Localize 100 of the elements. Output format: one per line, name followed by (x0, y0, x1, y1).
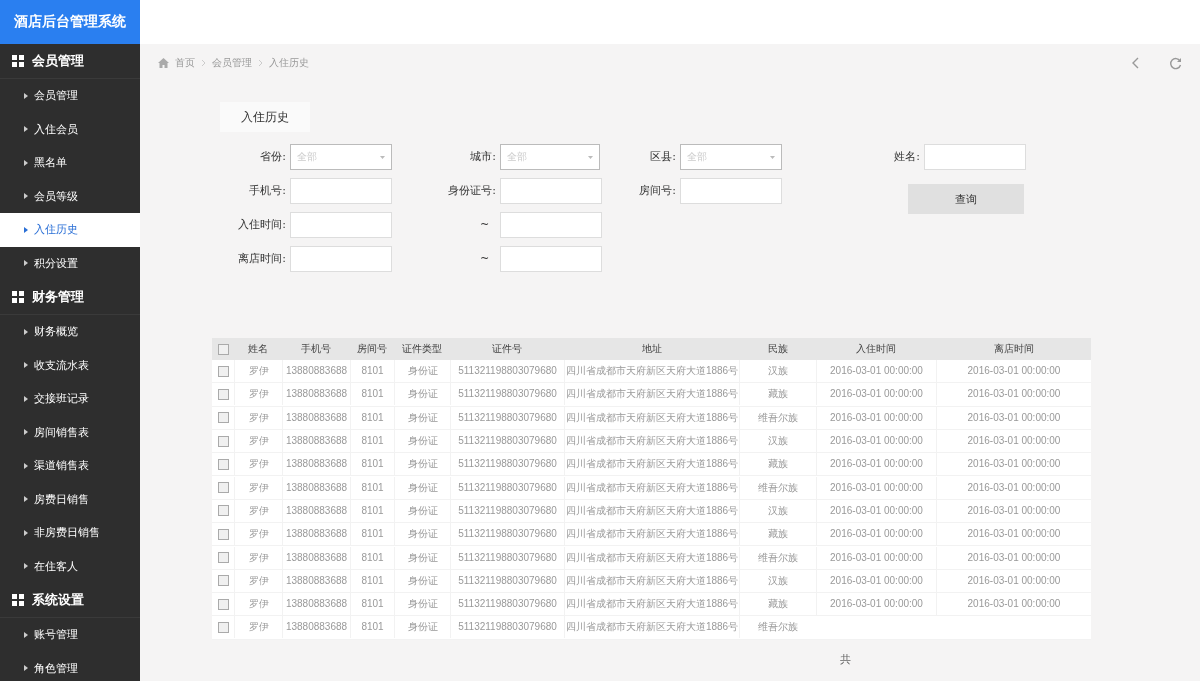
caret-icon (24, 260, 28, 267)
row-checkbox[interactable] (217, 412, 229, 424)
row-checkbox[interactable] (217, 435, 229, 447)
table-cell: 身份证 (394, 383, 450, 406)
table-cell: 2016-03-01 00:00:00 (816, 523, 936, 546)
row-checkbox[interactable] (217, 528, 229, 540)
table-cell: 511321198803079680 (450, 569, 564, 592)
sidebar-item[interactable]: 房间销售表 (0, 415, 140, 449)
table-cell: 藏族 (739, 453, 816, 476)
table-cell: 身份证 (394, 406, 450, 429)
column-header: 入住时间 (855, 342, 897, 356)
field-label: 入住时间: (237, 217, 287, 233)
table-cell: 汉族 (739, 499, 816, 522)
table-cell: 罗伊 (234, 430, 282, 453)
table-cell: 四川省成都市天府新区天府大道1886号 (564, 546, 739, 569)
table-cell: 罗伊 (234, 523, 282, 546)
sidebar-item[interactable]: 会员等级 (0, 179, 140, 213)
row-checkbox[interactable] (217, 552, 229, 563)
row-checkbox[interactable] (217, 575, 229, 587)
row-checkbox[interactable] (217, 598, 229, 610)
query-button[interactable]: 查询 (908, 184, 1024, 214)
row-checkbox[interactable] (217, 621, 229, 633)
dropdown-icon (380, 155, 385, 159)
row-checkbox[interactable] (217, 388, 229, 400)
table-cell: 8101 (350, 383, 394, 406)
grid-icon (12, 55, 24, 67)
sidebar-item[interactable]: 账号管理 (0, 618, 140, 652)
sidebar-item[interactable]: 渠道销售表 (0, 449, 140, 483)
sidebar-item[interactable]: 积分设置 (0, 246, 140, 280)
table-cell: 2016-03-01 00:00:00 (936, 406, 1091, 429)
table-cell: 511321198803079680 (450, 546, 564, 569)
field-label: 房间号: (638, 183, 677, 199)
caret-icon (24, 362, 28, 369)
input-field[interactable] (290, 178, 392, 204)
sidebar-item[interactable]: 交接班记录 (0, 382, 140, 416)
sidebar-item[interactable]: 财务概览 (0, 315, 140, 349)
table-cell: 2016-03-01 00:00:00 (816, 406, 936, 429)
table-cell: 罗伊 (234, 453, 282, 476)
row-checkbox[interactable] (217, 505, 229, 517)
field-label: 区县: (649, 149, 677, 165)
table-cell: 13880883688 (282, 406, 350, 429)
table-cell: 罗伊 (234, 499, 282, 522)
input-field[interactable] (680, 178, 782, 204)
table-cell: 四川省成都市天府新区天府大道1886号 (564, 360, 739, 383)
field-label: ~ (479, 217, 491, 233)
table-cell: 8101 (350, 360, 394, 383)
caret-icon (24, 429, 28, 436)
table-cell: 藏族 (739, 523, 816, 546)
input-field[interactable] (290, 246, 392, 272)
sidebar-item[interactable]: 入住会员 (0, 112, 140, 146)
table-cell: 8101 (350, 546, 394, 569)
sidebar-item[interactable]: 在住客人 (0, 549, 140, 583)
input-field[interactable] (290, 212, 392, 238)
back-icon[interactable] (1131, 57, 1139, 69)
table-cell: 511321198803079680 (450, 523, 564, 546)
grid-icon (12, 594, 24, 606)
table-cell: 身份证 (394, 453, 450, 476)
caret-icon (24, 159, 28, 166)
column-header: 姓名 (247, 342, 269, 356)
sidebar-item[interactable]: 入住历史 (0, 213, 140, 247)
field-label: 城市: (469, 149, 497, 165)
column-header: 民族 (766, 342, 789, 356)
input-field[interactable] (500, 246, 602, 272)
table-cell: 2016-03-01 00:00:00 (816, 569, 936, 592)
table-cell: 2016-03-01 00:00:00 (936, 569, 1091, 592)
row-checkbox[interactable] (217, 482, 229, 494)
table-cell: 四川省成都市天府新区天府大道1886号 (564, 593, 739, 616)
sidebar-item[interactable]: 非房费日销售 (0, 516, 140, 550)
table-cell: 13880883688 (282, 593, 350, 616)
table-cell: 四川省成都市天府新区天府大道1886号 (564, 453, 739, 476)
table-cell: 2016-03-01 00:00:00 (936, 476, 1091, 499)
table-cell: 8101 (350, 430, 394, 453)
table-cell: 罗伊 (234, 569, 282, 592)
input-field[interactable] (500, 178, 602, 204)
sidebar-item[interactable]: 角色管理 (0, 651, 140, 681)
table-cell: 8101 (350, 476, 394, 499)
row-checkbox[interactable] (217, 458, 229, 470)
sidebar-group[interactable]: 会员管理 (0, 44, 140, 79)
table-cell: 四川省成都市天府新区天府大道1886号 (564, 383, 739, 406)
sidebar-group[interactable]: 系统设置 (0, 583, 140, 618)
table-cell: 汉族 (739, 430, 816, 453)
table-cell: 2016-03-01 00:00:00 (936, 430, 1091, 453)
caret-icon (24, 665, 28, 672)
table-cell: 罗伊 (234, 593, 282, 616)
table-cell: 2016-03-01 00:00:00 (816, 383, 936, 406)
select-all-checkbox[interactable] (217, 343, 229, 355)
refresh-icon[interactable] (1169, 56, 1182, 70)
sidebar-item[interactable]: 房费日销售 (0, 482, 140, 516)
input-field[interactable] (924, 144, 1026, 170)
sidebar-item[interactable]: 会员管理 (0, 79, 140, 113)
sidebar-item[interactable]: 黑名单 (0, 146, 140, 180)
caret-icon (24, 496, 28, 503)
table-cell: 身份证 (394, 430, 450, 453)
table-cell: 511321198803079680 (450, 593, 564, 616)
column-header: 地址 (640, 342, 663, 356)
input-field[interactable] (500, 212, 602, 238)
sidebar-item[interactable]: 收支流水表 (0, 348, 140, 382)
row-checkbox[interactable] (217, 365, 229, 377)
caret-icon (24, 92, 28, 99)
sidebar-group[interactable]: 财务管理 (0, 280, 140, 315)
